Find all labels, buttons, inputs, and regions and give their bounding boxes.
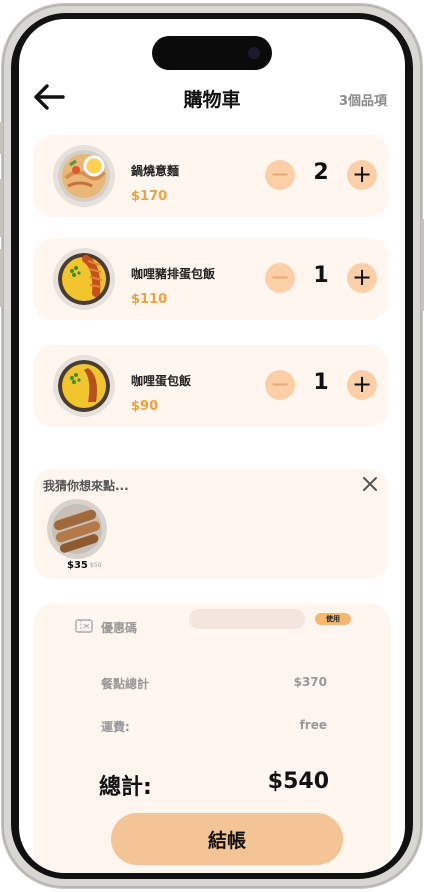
front-camera xyxy=(248,47,260,59)
dynamic-island xyxy=(152,36,272,70)
total-value: $540 xyxy=(267,769,329,794)
fried-food-icon xyxy=(47,499,107,559)
item-price: $110 xyxy=(131,292,168,307)
header: 購物車 3個品項 xyxy=(19,79,405,119)
shipping-value: free xyxy=(299,718,327,732)
suggested-price: $35 xyxy=(67,560,88,571)
item-price: $170 xyxy=(131,189,168,204)
suggestions-panel: 我猜你想來點... $35 $50 xyxy=(33,469,389,579)
cart-item: 咖哩豬排蛋包飯 $110 − 1 + xyxy=(33,238,389,320)
subtotal-label: 餐點總計 xyxy=(101,677,150,691)
volume-up-button xyxy=(0,179,3,237)
subtotal-value: $370 xyxy=(293,675,327,689)
increase-quantity-button[interactable]: + xyxy=(347,160,377,190)
cart-item: 咖哩蛋包飯 $90 − 1 + xyxy=(33,345,389,427)
coupon-label: 優惠碼 xyxy=(101,621,138,635)
apply-coupon-button[interactable]: 使用 xyxy=(315,613,351,625)
item-price: $90 xyxy=(131,399,159,414)
suggested-dish-image[interactable] xyxy=(47,499,107,559)
screen: 購物車 3個品項 鍋燒意麵 $170 − 2 + 咖哩豬排蛋包飯 $110 − … xyxy=(19,19,405,873)
increase-quantity-button[interactable]: + xyxy=(347,370,377,400)
cart-item: 鍋燒意麵 $170 − 2 + xyxy=(33,135,389,217)
decrease-quantity-button[interactable]: − xyxy=(265,263,295,293)
checkout-button[interactable]: 結帳 xyxy=(111,813,343,865)
total-label: 總計: xyxy=(99,775,152,800)
dish-image xyxy=(53,248,115,310)
item-name: 咖哩豬排蛋包飯 xyxy=(131,267,216,281)
shipping-label: 運費: xyxy=(101,720,130,734)
quantity-value: 2 xyxy=(313,160,329,185)
close-icon[interactable] xyxy=(361,475,379,493)
noodle-dish-icon xyxy=(58,150,110,202)
item-name: 咖哩蛋包飯 xyxy=(131,374,192,388)
curry-pork-omurice-icon xyxy=(58,253,110,305)
dish-image xyxy=(53,145,115,207)
coupon-code-input[interactable] xyxy=(189,609,305,629)
decrease-quantity-button[interactable]: − xyxy=(265,160,295,190)
curry-omurice-icon xyxy=(58,360,110,412)
action-button xyxy=(0,122,3,154)
quantity-value: 1 xyxy=(313,370,329,395)
item-count: 3個品項 xyxy=(338,94,387,109)
quantity-value: 1 xyxy=(313,263,329,288)
item-name: 鍋燒意麵 xyxy=(131,164,180,178)
dish-image xyxy=(53,355,115,417)
suggestions-title: 我猜你想來點... xyxy=(43,479,129,493)
volume-down-button xyxy=(0,249,3,307)
suggested-original-price: $50 xyxy=(90,562,102,569)
order-summary: 優惠碼 使用 餐點總計 $370 運費: free 總計: $540 結帳 xyxy=(33,603,391,873)
decrease-quantity-button[interactable]: − xyxy=(265,370,295,400)
increase-quantity-button[interactable]: + xyxy=(347,263,377,293)
coupon-icon xyxy=(75,619,93,633)
